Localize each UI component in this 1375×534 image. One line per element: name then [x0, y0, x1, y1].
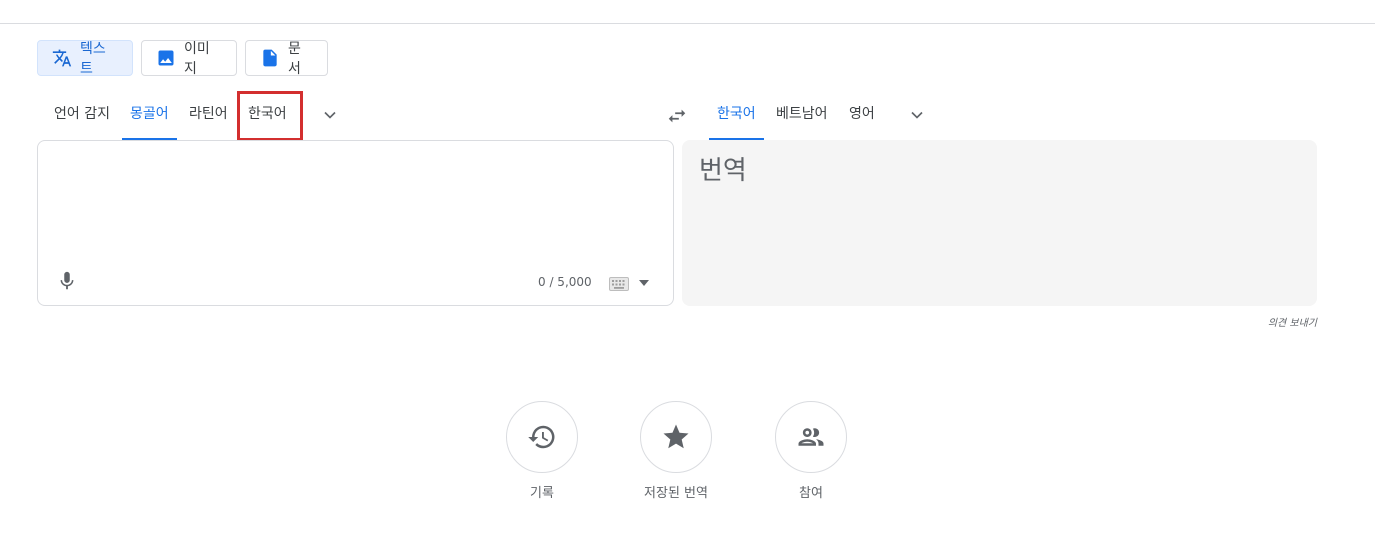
translation-output: 번역	[699, 156, 747, 186]
keyboard-dropdown-button[interactable]	[637, 275, 651, 291]
chevron-down-icon	[324, 111, 336, 119]
history-icon	[528, 425, 555, 449]
top-divider	[0, 23, 1375, 24]
chevron-down-icon	[911, 111, 923, 119]
keyboard-icon	[609, 277, 629, 291]
microphone-icon	[60, 271, 74, 290]
source-panel: 0 / 5,000	[37, 140, 674, 306]
source-lang-latin[interactable]: 라틴어	[181, 96, 236, 140]
source-lang-mongolian[interactable]: 몽골어	[122, 96, 177, 140]
saved-action: 저장된 번역	[616, 401, 736, 501]
text-mode-label: 텍스트	[80, 41, 106, 77]
source-lang-detect[interactable]: 언어 감지	[46, 96, 118, 140]
saved-button[interactable]	[640, 401, 712, 473]
text-mode-button[interactable]: 텍스트	[37, 40, 133, 77]
microphone-button[interactable]	[54, 268, 80, 294]
image-mode-label: 이미지	[184, 41, 210, 77]
saved-label: 저장된 번역	[644, 486, 708, 501]
source-lang-korean[interactable]: 한국어	[240, 96, 295, 140]
keyboard-button[interactable]	[608, 276, 630, 292]
swap-icon	[668, 109, 686, 123]
swap-languages-button[interactable]	[663, 102, 691, 130]
target-more-languages-button[interactable]	[903, 101, 931, 129]
history-label: 기록	[530, 486, 554, 501]
character-count: 0 / 5,000	[538, 275, 592, 289]
image-mode-button[interactable]: 이미지	[141, 40, 237, 77]
document-mode-label: 문서	[288, 41, 301, 77]
send-feedback-link[interactable]: 의견 보내기	[1268, 314, 1317, 329]
contribute-action: 참여	[751, 401, 871, 501]
target-lang-english[interactable]: 영어	[841, 96, 883, 140]
target-lang-korean[interactable]: 한국어	[709, 96, 764, 140]
target-lang-vietnamese[interactable]: 베트남어	[768, 96, 836, 140]
contribute-button[interactable]	[775, 401, 847, 473]
contribute-label: 참여	[799, 486, 823, 501]
document-icon	[260, 48, 280, 68]
history-action: 기록	[482, 401, 602, 501]
translate-icon	[52, 48, 72, 68]
source-text-input[interactable]	[54, 153, 654, 263]
people-icon	[798, 428, 824, 446]
source-more-languages-button[interactable]	[316, 101, 344, 129]
document-mode-button[interactable]: 문서	[245, 40, 328, 77]
star-icon	[663, 424, 689, 449]
image-icon	[156, 48, 176, 68]
caret-down-icon	[639, 280, 649, 286]
target-panel: 번역	[682, 140, 1317, 306]
history-button[interactable]	[506, 401, 578, 473]
